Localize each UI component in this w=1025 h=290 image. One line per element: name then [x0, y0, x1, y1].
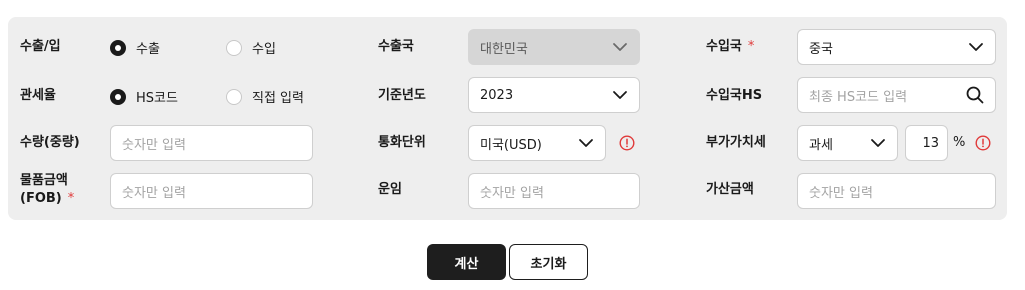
- export-radio[interactable]: 수출: [110, 38, 160, 57]
- freight-label: 운임: [378, 182, 402, 197]
- added-amount-input[interactable]: 숫자만 입력: [797, 173, 996, 209]
- chevron-down-icon: [579, 139, 593, 147]
- currency-value: 미국(USD): [480, 137, 542, 153]
- vat-label: 부가가치세: [706, 135, 766, 150]
- currency-select[interactable]: 미국(USD): [468, 125, 606, 161]
- import-hs-placeholder: 최종 HS코드 입력: [809, 89, 908, 105]
- quantity-input[interactable]: 숫자만 입력: [110, 125, 313, 161]
- import-hs-label: 수입국HS: [706, 88, 763, 103]
- vat-type-value: 과세: [809, 137, 833, 153]
- goods-amount-label-line1: 물품금액: [20, 173, 68, 188]
- import-radio-label: 수입: [252, 42, 276, 57]
- import-country-label: 수입국 *: [706, 38, 754, 56]
- vat-percent-unit: %: [953, 135, 966, 150]
- hscode-radio[interactable]: HS코드: [110, 87, 178, 106]
- trade-type-label: 수출/입: [20, 39, 61, 54]
- calculator-form-panel: 수출/입 수출 수입 수출국 대한민국 수입국 * 중국 관세율 HS코드 직접 …: [8, 17, 1007, 220]
- added-amount-placeholder: 숫자만 입력: [809, 185, 873, 201]
- import-radio[interactable]: 수입: [226, 38, 276, 57]
- import-hs-input[interactable]: 최종 HS코드 입력: [797, 77, 996, 113]
- direct-input-radio[interactable]: 직접 입력: [226, 87, 304, 106]
- vat-rate-input[interactable]: 13: [905, 125, 948, 161]
- chevron-down-icon: [871, 139, 885, 147]
- quantity-label: 수량(중량): [20, 135, 80, 150]
- base-year-value: 2023: [480, 87, 514, 103]
- quantity-placeholder: 숫자만 입력: [122, 137, 186, 153]
- freight-input[interactable]: 숫자만 입력: [468, 173, 640, 209]
- calculate-button[interactable]: 계산: [427, 244, 506, 280]
- direct-input-radio-label: 직접 입력: [252, 91, 304, 106]
- search-icon[interactable]: [966, 86, 984, 104]
- radio-selected-icon: [110, 39, 126, 56]
- required-mark: *: [67, 191, 75, 206]
- vat-type-select[interactable]: 과세: [797, 125, 898, 161]
- vat-rate-value: 13: [922, 135, 939, 151]
- goods-amount-label: 물품금액 (FOB) *: [20, 172, 74, 208]
- chevron-down-icon: [969, 43, 983, 51]
- base-year-label: 기준년도: [378, 88, 426, 103]
- hscode-radio-label: HS코드: [136, 91, 178, 106]
- added-amount-label: 가산금액: [706, 182, 754, 197]
- chevron-down-icon: [613, 91, 627, 99]
- base-year-select[interactable]: 2023: [468, 77, 640, 113]
- goods-amount-input[interactable]: 숫자만 입력: [110, 173, 313, 209]
- radio-unselected-icon: [226, 88, 242, 105]
- export-country-select: 대한민국: [468, 29, 640, 65]
- export-country-label: 수출국: [378, 39, 414, 54]
- import-country-select[interactable]: 중국: [797, 29, 996, 65]
- required-mark: *: [747, 39, 755, 54]
- chevron-down-icon: [613, 43, 627, 51]
- goods-amount-label-line2: (FOB): [20, 191, 62, 206]
- tariff-rate-label: 관세율: [20, 88, 56, 103]
- currency-label: 통화단위: [378, 135, 426, 150]
- export-radio-label: 수출: [136, 42, 160, 57]
- export-country-value: 대한민국: [480, 41, 528, 57]
- reset-button[interactable]: 초기화: [509, 244, 588, 280]
- import-country-value: 중국: [809, 41, 833, 57]
- goods-amount-placeholder: 숫자만 입력: [122, 185, 186, 201]
- warning-icon[interactable]: [975, 135, 991, 151]
- warning-icon[interactable]: [619, 135, 635, 151]
- freight-placeholder: 숫자만 입력: [480, 185, 544, 201]
- radio-unselected-icon: [226, 39, 242, 56]
- radio-selected-icon: [110, 88, 126, 105]
- import-country-label-text: 수입국: [706, 39, 742, 54]
